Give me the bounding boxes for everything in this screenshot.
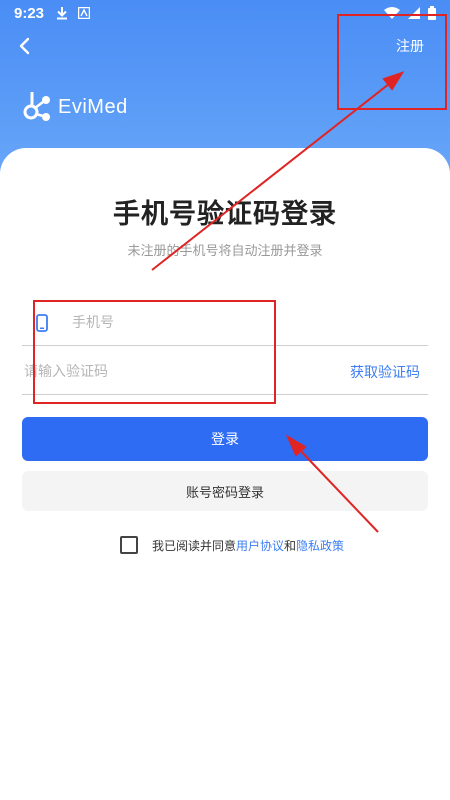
status-time: 9:23 (14, 4, 45, 22)
privacy-policy-link[interactable]: 隐私政策 (296, 537, 344, 554)
agreement-row: 我已阅读并同意 用户协议和隐私政策 (120, 536, 344, 554)
page-title: 手机号验证码登录 (113, 199, 337, 230)
get-code-button[interactable]: 获取验证码 (350, 362, 428, 382)
login-button[interactable]: 登录 (22, 417, 428, 461)
annotation-box-register (337, 14, 447, 110)
evimed-logo: EviMed (22, 92, 128, 122)
user-agreement-link[interactable]: 用户协议 (236, 537, 284, 554)
logo-text: EviMed (58, 95, 128, 118)
chevron-left-icon (19, 37, 30, 55)
agreement-and: 和 (284, 538, 297, 553)
annotation-box-form (33, 300, 276, 404)
password-login-button[interactable]: 账号密码登录 (22, 471, 428, 511)
agreement-prefix: 我已阅读并同意 (152, 538, 237, 553)
page-subtitle: 未注册的手机号将自动注册并登录 (127, 244, 323, 259)
logo-icon (23, 92, 50, 121)
agreement-checkbox[interactable] (120, 536, 138, 554)
download-icon (57, 7, 68, 20)
back-button[interactable] (12, 34, 36, 58)
text-icon (78, 7, 91, 19)
